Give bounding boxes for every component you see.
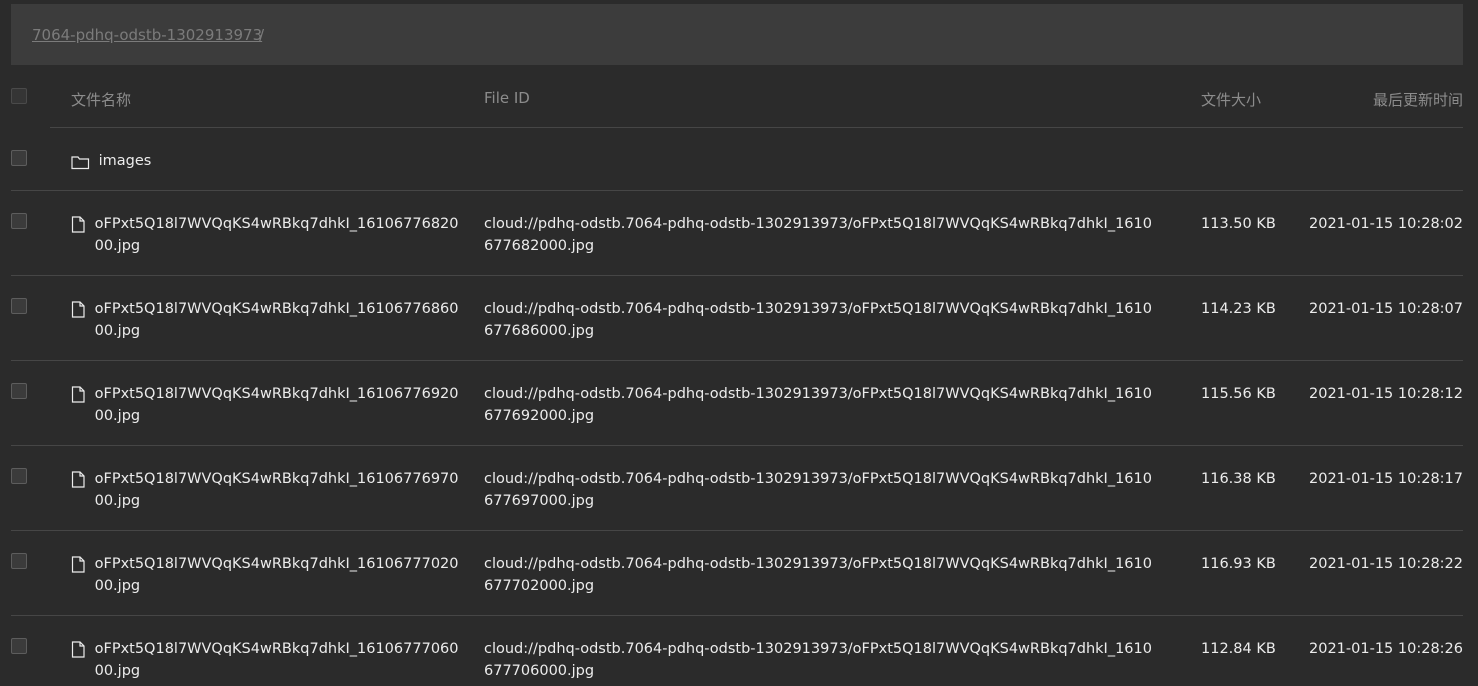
row-checkbox[interactable]	[11, 213, 27, 229]
table-row-folder[interactable]: images	[0, 128, 1478, 190]
file-id: cloud://pdhq-odstb.7064-pdhq-odstb-13029…	[484, 216, 1152, 254]
file-id: cloud://pdhq-odstb.7064-pdhq-odstb-13029…	[484, 641, 1152, 679]
folder-name[interactable]: images	[99, 153, 152, 169]
file-updated-time: 2021-01-15 10:28:17	[1309, 471, 1463, 487]
file-name-cell[interactable]: oFPxt5Q18l7WVQqKS4wRBkq7dhkI_16106776820…	[71, 213, 465, 257]
table-row[interactable]: oFPxt5Q18l7WVQqKS4wRBkq7dhkI_16106777020…	[0, 531, 1478, 615]
file-id: cloud://pdhq-odstb.7064-pdhq-odstb-13029…	[484, 556, 1152, 594]
file-updated-time: 2021-01-15 10:28:07	[1309, 301, 1463, 317]
file-name-cell[interactable]: oFPxt5Q18l7WVQqKS4wRBkq7dhkI_16106777020…	[71, 553, 465, 597]
table-row[interactable]: oFPxt5Q18l7WVQqKS4wRBkq7dhkI_16106777060…	[0, 616, 1478, 686]
column-header-name[interactable]: 文件名称	[71, 89, 131, 110]
table-row[interactable]: oFPxt5Q18l7WVQqKS4wRBkq7dhkI_16106776970…	[0, 446, 1478, 530]
file-size: 116.93 KB	[1201, 556, 1276, 572]
row-checkbox[interactable]	[11, 383, 27, 399]
file-size: 112.84 KB	[1201, 641, 1276, 657]
breadcrumb: 7064-pdhq-odstb-1302913973 /	[11, 4, 1463, 65]
row-checkbox[interactable]	[11, 298, 27, 314]
file-icon	[71, 298, 86, 325]
column-header-size[interactable]: 文件大小	[1201, 89, 1261, 110]
file-icon	[71, 213, 86, 240]
file-updated-time: 2021-01-15 10:28:22	[1309, 556, 1463, 572]
folder-name-cell[interactable]: images	[71, 150, 151, 177]
file-updated-time: 2021-01-15 10:28:02	[1309, 216, 1463, 232]
table-row[interactable]: oFPxt5Q18l7WVQqKS4wRBkq7dhkI_16106776860…	[0, 276, 1478, 360]
file-name-cell[interactable]: oFPxt5Q18l7WVQqKS4wRBkq7dhkI_16106777060…	[71, 638, 465, 682]
select-all-checkbox[interactable]	[11, 88, 27, 104]
file-name[interactable]: oFPxt5Q18l7WVQqKS4wRBkq7dhkI_16106776970…	[95, 468, 465, 512]
table-row[interactable]: oFPxt5Q18l7WVQqKS4wRBkq7dhkI_16106776820…	[0, 191, 1478, 275]
row-checkbox[interactable]	[11, 638, 27, 654]
row-checkbox[interactable]	[11, 150, 27, 166]
row-checkbox[interactable]	[11, 468, 27, 484]
table-row[interactable]: oFPxt5Q18l7WVQqKS4wRBkq7dhkI_16106776920…	[0, 361, 1478, 445]
column-header-updated[interactable]: 最后更新时间	[1373, 89, 1463, 110]
file-size: 115.56 KB	[1201, 386, 1276, 402]
file-size: 114.23 KB	[1201, 301, 1276, 317]
file-updated-time: 2021-01-15 10:28:12	[1309, 386, 1463, 402]
file-name[interactable]: oFPxt5Q18l7WVQqKS4wRBkq7dhkI_16106777060…	[95, 638, 465, 682]
file-id: cloud://pdhq-odstb.7064-pdhq-odstb-13029…	[484, 301, 1152, 339]
file-name[interactable]: oFPxt5Q18l7WVQqKS4wRBkq7dhkI_16106776860…	[95, 298, 465, 342]
file-size: 113.50 KB	[1201, 216, 1276, 232]
file-name-cell[interactable]: oFPxt5Q18l7WVQqKS4wRBkq7dhkI_16106776970…	[71, 468, 465, 512]
file-name[interactable]: oFPxt5Q18l7WVQqKS4wRBkq7dhkI_16106776920…	[95, 383, 465, 427]
file-icon	[71, 383, 86, 410]
file-id: cloud://pdhq-odstb.7064-pdhq-odstb-13029…	[484, 471, 1152, 509]
file-size: 116.38 KB	[1201, 471, 1276, 487]
breadcrumb-separator: /	[259, 26, 265, 44]
file-icon	[71, 468, 86, 495]
file-name[interactable]: oFPxt5Q18l7WVQqKS4wRBkq7dhkI_16106776820…	[95, 213, 465, 257]
row-checkbox[interactable]	[11, 553, 27, 569]
file-updated-time: 2021-01-15 10:28:26	[1309, 641, 1463, 657]
file-name-cell[interactable]: oFPxt5Q18l7WVQqKS4wRBkq7dhkI_16106776860…	[71, 298, 465, 342]
file-name-cell[interactable]: oFPxt5Q18l7WVQqKS4wRBkq7dhkI_16106776920…	[71, 383, 465, 427]
file-id: cloud://pdhq-odstb.7064-pdhq-odstb-13029…	[484, 386, 1152, 424]
folder-icon	[71, 150, 90, 177]
column-header-file-id[interactable]: File ID	[484, 89, 530, 107]
file-icon	[71, 638, 86, 665]
breadcrumb-root-link[interactable]: 7064-pdhq-odstb-1302913973	[32, 26, 262, 44]
file-icon	[71, 553, 86, 580]
file-name[interactable]: oFPxt5Q18l7WVQqKS4wRBkq7dhkI_16106777020…	[95, 553, 465, 597]
